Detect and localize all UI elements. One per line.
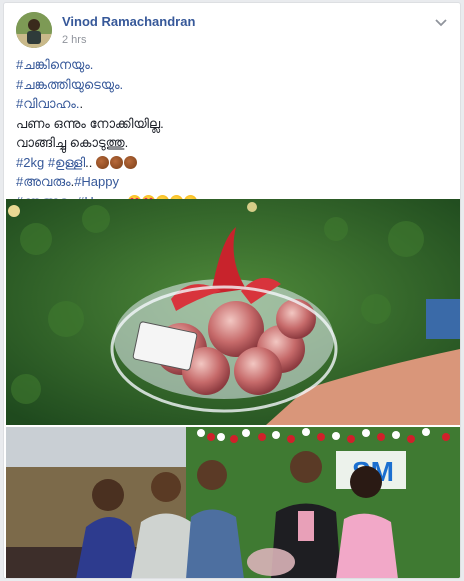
post-line: #വിവാഹം.. xyxy=(16,94,446,114)
hashtag-link[interactable]: #ഉള്ളി xyxy=(48,155,85,170)
post-line: വാങ്ങിച്ചു കൊടുത്തു. xyxy=(16,133,446,153)
photo-onion-basket[interactable] xyxy=(6,199,460,425)
author-name[interactable]: Vinod Ramachandran xyxy=(62,14,195,29)
post-text-segment: . xyxy=(79,96,84,111)
hashtag-link[interactable]: #Happy xyxy=(74,174,119,189)
author-avatar[interactable] xyxy=(16,12,52,48)
hashtag-link[interactable]: #ചങ്കത്തിയുടെയും. xyxy=(16,77,123,92)
onion-emoji xyxy=(124,155,138,169)
hashtag-link[interactable]: #അവരും xyxy=(16,174,71,189)
onion-emoji xyxy=(96,155,110,169)
post-line: പണം ഒന്നും നോക്കിയില്ല. xyxy=(16,114,446,134)
post-line: #അവരും.#Happy xyxy=(16,172,446,192)
chevron-down-icon[interactable] xyxy=(432,13,450,31)
hashtag-link[interactable]: #2kg xyxy=(16,155,44,170)
post-text-segment: .. xyxy=(85,154,97,170)
post-header: Vinod Ramachandran 2 hrs xyxy=(4,3,460,48)
post-text-segment: വാങ്ങിച്ചു കൊടുത്തു. xyxy=(16,135,129,150)
photo-group-gift[interactable]: SM xyxy=(6,427,460,578)
post-text-segment: പണം ഒന്നും നോക്കിയില്ല. xyxy=(16,115,164,131)
post-line: #ചങ്കത്തിയുടെയും. xyxy=(16,75,446,95)
feed-post-card: Vinod Ramachandran 2 hrs #ചങ്കിനെയും. #ചങ… xyxy=(3,2,461,579)
hashtag-link[interactable]: #വിവാഹം. xyxy=(16,96,79,111)
onion-emoji xyxy=(110,155,124,169)
hashtag-link[interactable]: #ചങ്കിനെയും. xyxy=(16,57,93,72)
post-timestamp[interactable]: 2 hrs xyxy=(62,34,86,46)
post-line: #ചങ്കിനെയും. xyxy=(16,55,446,75)
post-message: #ചങ്കിനെയും. #ചങ്കത്തിയുടെയും. #വിവാഹം.. പണ… xyxy=(16,55,446,211)
post-line: #2kg #ഉള്ളി.. xyxy=(16,153,446,173)
